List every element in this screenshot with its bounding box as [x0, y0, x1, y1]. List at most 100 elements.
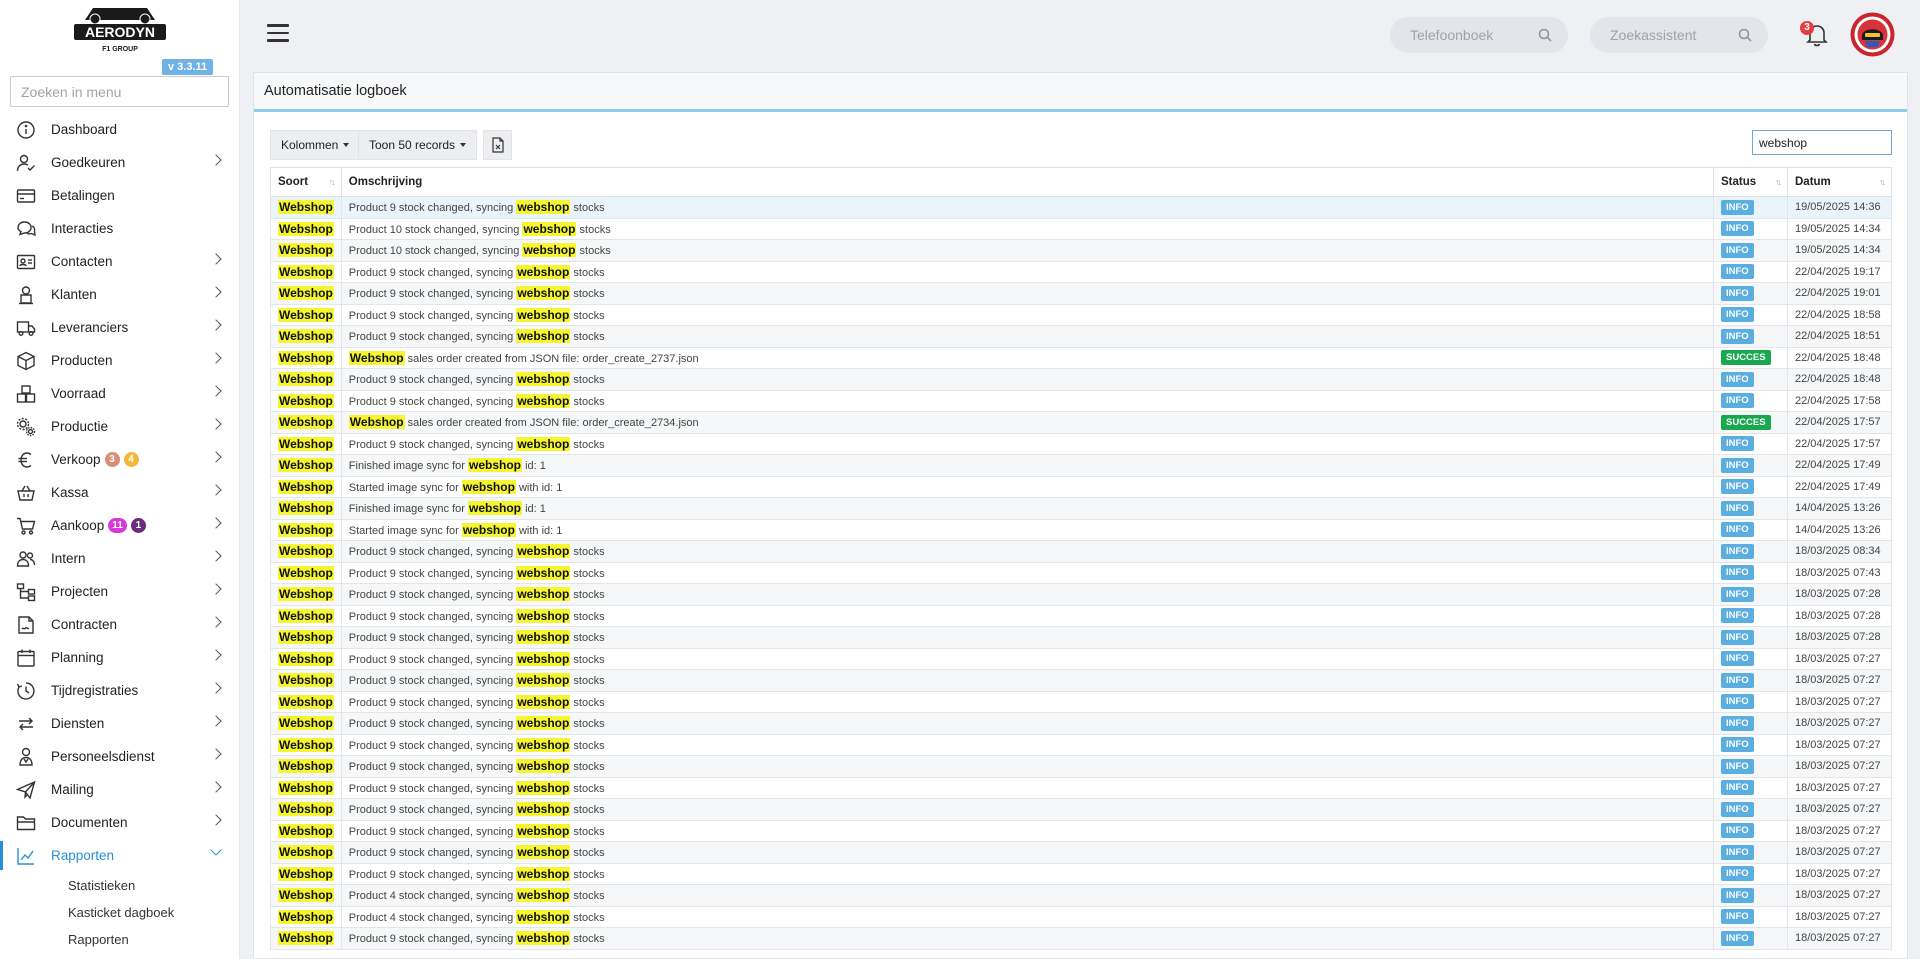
- chevron-right-icon[interactable]: [210, 517, 222, 529]
- table-row[interactable]: Webshop Finished image sync for webshop i…: [270, 454, 1892, 477]
- table-row[interactable]: Webshop Product 10 stock changed, syncing…: [270, 239, 1892, 262]
- table-row[interactable]: Webshop Product 9 stock changed, syncing …: [270, 303, 1892, 326]
- column-header-status[interactable]: Status ↑↓: [1713, 167, 1788, 197]
- sidebar-item-personeelsdienst[interactable]: Personeelsdienst: [0, 740, 239, 773]
- sidebar-item-kassa[interactable]: Kassa: [0, 476, 239, 509]
- table-row[interactable]: Webshop Product 9 stock changed, syncing …: [270, 432, 1892, 455]
- chevron-right-icon[interactable]: [210, 682, 222, 694]
- sidebar-item-diensten[interactable]: Diensten: [0, 707, 239, 740]
- sidebar-item-planning[interactable]: Planning: [0, 641, 239, 674]
- table-row[interactable]: Webshop Product 9 stock changed, syncing …: [270, 733, 1892, 756]
- chevron-right-icon[interactable]: [210, 385, 222, 397]
- chevron-right-icon[interactable]: [210, 319, 222, 331]
- table-row[interactable]: Webshop Product 9 stock changed, syncing …: [270, 540, 1892, 563]
- table-row[interactable]: Webshop Started image sync for webshop wi…: [270, 475, 1892, 498]
- phonebook-search-input[interactable]: [1410, 27, 1540, 43]
- table-row[interactable]: Webshop Product 9 stock changed, syncing …: [270, 755, 1892, 778]
- table-row[interactable]: Webshop Product 9 stock changed, syncing …: [270, 819, 1892, 842]
- sidebar-item-goedkeuren[interactable]: Goedkeuren: [0, 146, 239, 179]
- chevron-right-icon[interactable]: [210, 583, 222, 595]
- table-row[interactable]: Webshop Product 9 stock changed, syncing …: [270, 690, 1892, 713]
- table-row[interactable]: Webshop Product 9 stock changed, syncing …: [270, 583, 1892, 606]
- chevron-right-icon[interactable]: [210, 418, 222, 430]
- sidebar-item-contacten[interactable]: Contacten: [0, 245, 239, 278]
- chevron-right-icon[interactable]: [210, 286, 222, 298]
- table-row[interactable]: Webshop Finished image sync for webshop i…: [270, 497, 1892, 520]
- chevron-right-icon[interactable]: [210, 781, 222, 793]
- chevron-down-icon[interactable]: [210, 844, 222, 856]
- table-row[interactable]: Webshop Product 9 stock changed, syncing …: [270, 776, 1892, 799]
- table-row[interactable]: Webshop Started image sync for webshop wi…: [270, 518, 1892, 541]
- sidebar-item-dashboard[interactable]: Dashboard: [0, 113, 239, 146]
- chevron-right-icon[interactable]: [210, 253, 222, 265]
- table-row[interactable]: Webshop Product 9 stock changed, syncing …: [270, 647, 1892, 670]
- sort-icon[interactable]: ↑↓: [1775, 177, 1782, 187]
- export-csv-button[interactable]: [483, 130, 512, 160]
- table-row[interactable]: Webshop Product 9 stock changed, syncing …: [270, 798, 1892, 821]
- chevron-right-icon[interactable]: [210, 814, 222, 826]
- sidebar-item-tijdregistraties[interactable]: Tijdregistraties: [0, 674, 239, 707]
- table-row[interactable]: Webshop Webshop sales order created from …: [270, 346, 1892, 369]
- table-row[interactable]: Webshop Product 9 stock changed, syncing …: [270, 604, 1892, 627]
- table-row[interactable]: Webshop Product 9 stock changed, syncing …: [270, 712, 1892, 735]
- table-row[interactable]: Webshop Product 4 stock changed, syncing …: [270, 884, 1892, 907]
- sidebar-item-intern[interactable]: Intern: [0, 542, 239, 575]
- table-row[interactable]: Webshop Product 9 stock changed, syncing …: [270, 841, 1892, 864]
- sort-icon[interactable]: ↑↓: [1879, 177, 1886, 187]
- table-row[interactable]: Webshop Product 10 stock changed, syncing…: [270, 217, 1892, 240]
- sidebar-item-documenten[interactable]: Documenten: [0, 806, 239, 839]
- sort-icon[interactable]: ↑↓: [329, 177, 336, 187]
- sidebar-item-klanten[interactable]: Klanten: [0, 278, 239, 311]
- phonebook-search[interactable]: [1390, 17, 1568, 53]
- sidebar-item-producten[interactable]: Producten: [0, 344, 239, 377]
- table-row[interactable]: Webshop Product 9 stock changed, syncing …: [270, 389, 1892, 412]
- column-header-soort[interactable]: Soort ↑↓: [270, 167, 342, 197]
- table-row[interactable]: Webshop Product 9 stock changed, syncing …: [270, 325, 1892, 348]
- records-dropdown-button[interactable]: Toon 50 records: [358, 130, 478, 160]
- table-row[interactable]: Webshop Product 9 stock changed, syncing …: [270, 927, 1892, 950]
- table-row[interactable]: Webshop Product 4 stock changed, syncing …: [270, 905, 1892, 928]
- table-row[interactable]: Webshop Product 9 stock changed, syncing …: [270, 260, 1892, 283]
- sidebar-item-betalingen[interactable]: Betalingen: [0, 179, 239, 212]
- table-row[interactable]: Webshop Product 9 stock changed, syncing …: [270, 669, 1892, 692]
- table-row[interactable]: Webshop Product 9 stock changed, syncing …: [270, 561, 1892, 584]
- sidebar-item-interacties[interactable]: Interacties: [0, 212, 239, 245]
- chevron-right-icon[interactable]: [210, 550, 222, 562]
- sidebar-subitem[interactable]: Kasticket dagboek: [0, 899, 239, 926]
- chevron-right-icon[interactable]: [210, 154, 222, 166]
- sidebar-item-leveranciers[interactable]: Leveranciers: [0, 311, 239, 344]
- chevron-right-icon[interactable]: [210, 649, 222, 661]
- search-icon[interactable]: [1538, 28, 1552, 42]
- sidebar-item-verkoop[interactable]: Verkoop 3 4: [0, 443, 239, 476]
- assistant-search[interactable]: [1590, 17, 1768, 53]
- sidebar-item-rapporten[interactable]: Rapporten: [0, 839, 239, 872]
- assistant-search-input[interactable]: [1610, 27, 1740, 43]
- chevron-right-icon[interactable]: [210, 484, 222, 496]
- table-filter-input[interactable]: [1752, 130, 1892, 155]
- chevron-right-icon[interactable]: [210, 352, 222, 364]
- sidebar-item-productie[interactable]: Productie: [0, 410, 239, 443]
- column-header-omschrijving[interactable]: Omschrijving: [340, 167, 1715, 197]
- columns-dropdown-button[interactable]: Kolommen: [270, 130, 361, 160]
- column-header-datum[interactable]: Datum ↑↓: [1787, 167, 1892, 197]
- sidebar-item-voorraad[interactable]: Voorraad: [0, 377, 239, 410]
- table-row[interactable]: Webshop Product 9 stock changed, syncing …: [270, 862, 1892, 885]
- menu-search-input[interactable]: [10, 76, 229, 107]
- chevron-right-icon[interactable]: [210, 715, 222, 727]
- chevron-right-icon[interactable]: [210, 616, 222, 628]
- chevron-right-icon[interactable]: [210, 451, 222, 463]
- search-icon[interactable]: [1738, 28, 1752, 42]
- sidebar-item-mailing[interactable]: Mailing: [0, 773, 239, 806]
- sidebar-item-contracten[interactable]: Contracten: [0, 608, 239, 641]
- table-row[interactable]: Webshop Webshop sales order created from …: [270, 411, 1892, 434]
- sidebar-subitem[interactable]: Statistieken: [0, 872, 239, 899]
- hamburger-menu-icon[interactable]: [267, 24, 289, 44]
- aerodyn-logo[interactable]: AERODYN F1 GROUP: [73, 2, 167, 56]
- chevron-right-icon[interactable]: [210, 748, 222, 760]
- sidebar-item-projecten[interactable]: Projecten: [0, 575, 239, 608]
- sidebar-item-aankoop[interactable]: Aankoop 11 1: [0, 509, 239, 542]
- table-row[interactable]: Webshop Product 9 stock changed, syncing …: [270, 368, 1892, 391]
- table-row[interactable]: Webshop Product 9 stock changed, syncing …: [270, 626, 1892, 649]
- table-row[interactable]: Webshop Product 9 stock changed, syncing …: [270, 196, 1892, 219]
- sidebar-subitem[interactable]: Rapporten: [0, 926, 239, 953]
